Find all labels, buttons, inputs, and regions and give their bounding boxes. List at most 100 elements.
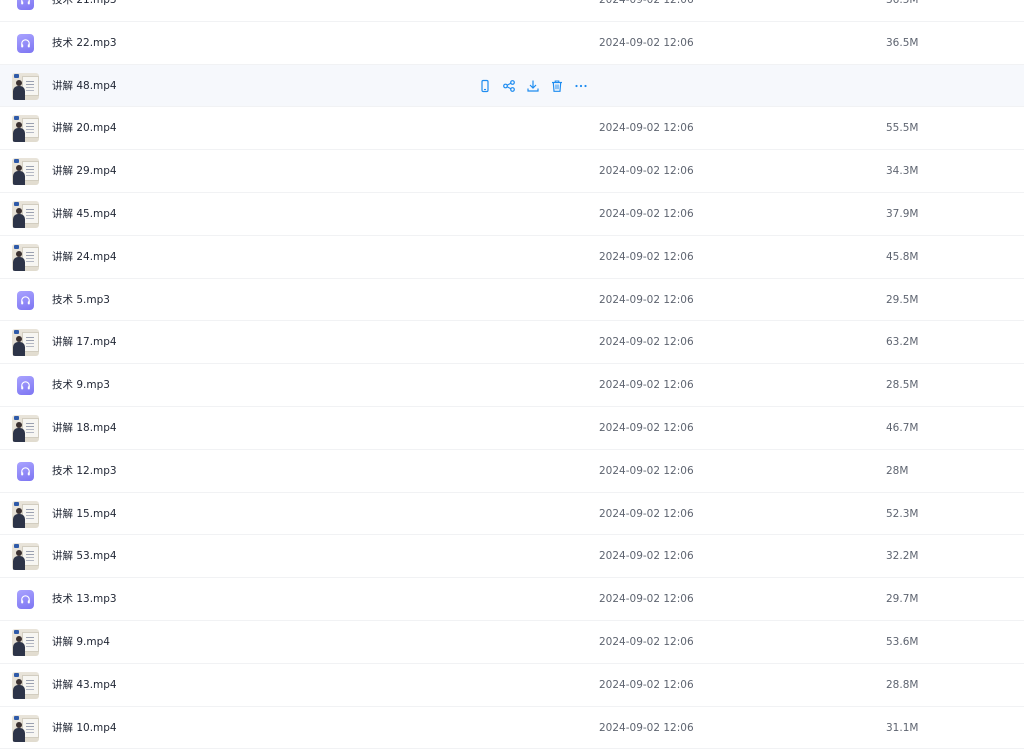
file-size: 28M	[886, 464, 909, 477]
table-row[interactable]: 讲解 20.mp4 2024-09-02 12:06 55.5M	[0, 107, 1024, 151]
file-name[interactable]: 讲解 45.mp4	[52, 193, 117, 235]
video-thumbnail	[12, 243, 39, 271]
audio-file-icon	[17, 290, 34, 310]
file-name[interactable]: 技术 21.mp3	[52, 0, 117, 21]
file-size: 32.2M	[886, 550, 919, 563]
modified-date: 2024-09-02 12:06	[599, 336, 694, 349]
audio-file-icon	[17, 376, 34, 396]
modified-date: 2024-09-02 12:06	[599, 250, 694, 263]
file-size: 63.2M	[886, 336, 919, 349]
video-thumbnail	[12, 543, 39, 571]
trash-icon	[550, 79, 564, 93]
table-row[interactable]: 讲解 17.mp4 2024-09-02 12:06 63.2M	[0, 321, 1024, 365]
file-size: 36.5M	[886, 36, 919, 49]
table-row[interactable]: 讲解 48.mp4	[0, 64, 1024, 108]
file-name[interactable]: 讲解 48.mp4	[52, 65, 117, 107]
table-row[interactable]: 讲解 9.mp4 2024-09-02 12:06 53.6M	[0, 621, 1024, 664]
table-row[interactable]: 讲解 24.mp4 2024-09-02 12:06 45.8M	[0, 236, 1024, 279]
file-name[interactable]: 讲解 9.mp4	[52, 621, 110, 663]
table-row[interactable]: 讲解 15.mp4 2024-09-02 12:06 52.3M	[0, 493, 1024, 536]
more-button[interactable]	[574, 79, 588, 93]
audio-file-icon	[17, 590, 34, 610]
video-thumbnail	[12, 115, 39, 143]
file-name[interactable]: 讲解 20.mp4	[52, 107, 117, 149]
table-row[interactable]: 讲解 18.mp4 2024-09-02 12:06 46.7M	[0, 407, 1024, 450]
file-name[interactable]: 技术 22.mp3	[52, 22, 117, 64]
table-row[interactable]: 技术 22.mp3 2024-09-02 12:06 36.5M	[0, 22, 1024, 65]
file-size: 37.9M	[886, 207, 919, 220]
table-row[interactable]: 讲解 43.mp4 2024-09-02 12:06 28.8M	[0, 664, 1024, 707]
share-button[interactable]	[502, 79, 516, 93]
audio-file-icon	[17, 461, 34, 481]
table-row[interactable]: 技术 5.mp3 2024-09-02 12:06 29.5M	[0, 279, 1024, 322]
audio-file-icon	[17, 33, 34, 53]
modified-date: 2024-09-02 12:06	[599, 122, 694, 135]
modified-date: 2024-09-02 12:06	[599, 550, 694, 563]
modified-date: 2024-09-02 12:06	[599, 678, 694, 691]
file-size: 28.5M	[886, 379, 919, 392]
table-row[interactable]: 讲解 10.mp4 2024-09-02 12:06 31.1M	[0, 707, 1024, 749]
phone-icon	[478, 79, 492, 93]
file-size: 52.3M	[886, 507, 919, 520]
file-name[interactable]: 技术 9.mp3	[52, 364, 110, 406]
modified-date: 2024-09-02 12:06	[599, 379, 694, 392]
file-size: 29.7M	[886, 593, 919, 606]
table-row[interactable]: 讲解 53.mp4 2024-09-02 12:06 32.2M	[0, 535, 1024, 579]
audio-file-icon	[17, 0, 34, 10]
row-actions	[478, 79, 588, 93]
file-name[interactable]: 讲解 24.mp4	[52, 236, 117, 278]
file-size: 29.5M	[886, 293, 919, 306]
video-thumbnail	[12, 628, 39, 656]
video-thumbnail	[12, 714, 39, 742]
modified-date: 2024-09-02 12:06	[599, 0, 694, 6]
modified-date: 2024-09-02 12:06	[599, 593, 694, 606]
download-button[interactable]	[526, 79, 540, 93]
modified-date: 2024-09-02 12:06	[599, 721, 694, 734]
file-size: 55.5M	[886, 122, 919, 135]
open-on-phone-button[interactable]	[478, 79, 492, 93]
modified-date: 2024-09-02 12:06	[599, 293, 694, 306]
modified-date: 2024-09-02 12:06	[599, 507, 694, 520]
file-name[interactable]: 讲解 29.mp4	[52, 150, 117, 192]
file-name[interactable]: 技术 5.mp3	[52, 279, 110, 321]
file-list: 技术 21.mp3 2024-09-02 12:06 36.5M 技术 22.mp3 2…	[0, 0, 1024, 749]
table-row[interactable]: 讲解 29.mp4 2024-09-02 12:06 34.3M	[0, 150, 1024, 193]
modified-date: 2024-09-02 12:06	[599, 36, 694, 49]
file-name[interactable]: 讲解 53.mp4	[52, 535, 117, 577]
file-size: 53.6M	[886, 635, 919, 648]
download-icon	[526, 79, 540, 93]
table-row[interactable]: 技术 12.mp3 2024-09-02 12:06 28M	[0, 450, 1024, 493]
file-name[interactable]: 讲解 17.mp4	[52, 321, 117, 363]
file-name[interactable]: 讲解 18.mp4	[52, 407, 117, 449]
video-thumbnail	[12, 414, 39, 442]
video-thumbnail	[12, 329, 39, 357]
modified-date: 2024-09-02 12:06	[599, 165, 694, 178]
table-row[interactable]: 讲解 45.mp4 2024-09-02 12:06 37.9M	[0, 193, 1024, 236]
video-thumbnail	[12, 200, 39, 228]
file-size: 28.8M	[886, 678, 919, 691]
table-row[interactable]: 技术 9.mp3 2024-09-02 12:06 28.5M	[0, 364, 1024, 407]
modified-date: 2024-09-02 12:06	[599, 635, 694, 648]
file-size: 34.3M	[886, 165, 919, 178]
video-thumbnail	[12, 72, 39, 100]
table-row[interactable]: 技术 21.mp3 2024-09-02 12:06 36.5M	[0, 0, 1024, 22]
delete-button[interactable]	[550, 79, 564, 93]
file-name[interactable]: 讲解 15.mp4	[52, 493, 117, 535]
video-thumbnail	[12, 158, 39, 186]
modified-date: 2024-09-02 12:06	[599, 421, 694, 434]
file-name[interactable]: 讲解 43.mp4	[52, 664, 117, 706]
video-thumbnail	[12, 671, 39, 699]
file-size: 46.7M	[886, 421, 919, 434]
modified-date: 2024-09-02 12:06	[599, 207, 694, 220]
file-size: 31.1M	[886, 721, 919, 734]
more-icon	[574, 79, 588, 93]
share-icon	[502, 79, 516, 93]
file-name[interactable]: 技术 13.mp3	[52, 578, 117, 620]
file-size: 45.8M	[886, 250, 919, 263]
modified-date: 2024-09-02 12:06	[599, 464, 694, 477]
video-thumbnail	[12, 500, 39, 528]
table-row[interactable]: 技术 13.mp3 2024-09-02 12:06 29.7M	[0, 578, 1024, 621]
file-name[interactable]: 讲解 10.mp4	[52, 707, 117, 749]
file-name[interactable]: 技术 12.mp3	[52, 450, 117, 492]
file-size: 36.5M	[886, 0, 919, 6]
